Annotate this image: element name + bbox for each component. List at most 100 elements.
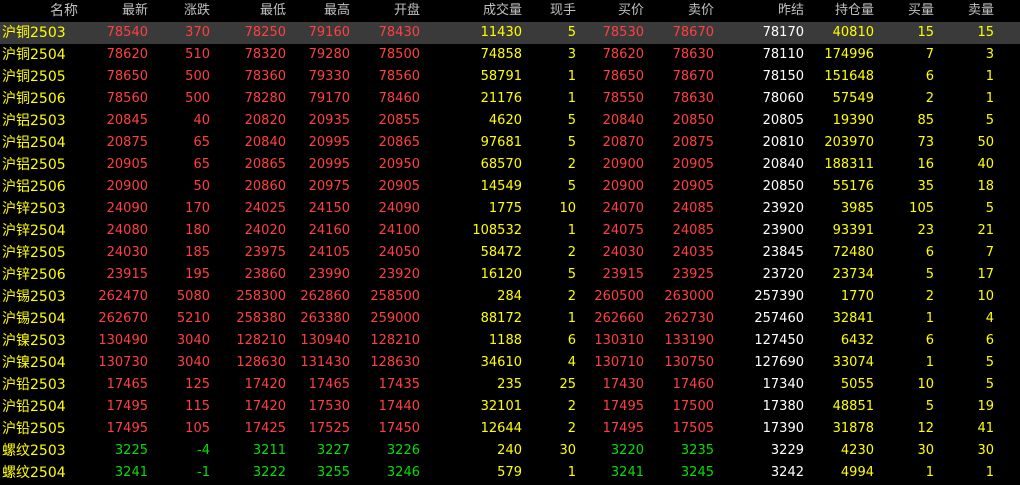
table-row[interactable]: 沪锌2506 23915 195 23860 23990 23920 16120 5 23915…: [0, 264, 1020, 286]
table-row[interactable]: 沪铝2503 20845 40 20820 20935 20855 4620 5 20840 20…: [0, 110, 1020, 132]
current-lots: 6: [567, 333, 576, 348]
bid-volume: 30: [917, 443, 934, 458]
current-lots: 1: [567, 465, 576, 480]
open-price: 20855: [378, 113, 420, 128]
open-interest: 203970: [824, 135, 874, 150]
low-price: 258300: [236, 289, 286, 304]
table-row[interactable]: 沪铅2505 17495 105 17425 17525 17450 12644 2 17495…: [0, 418, 1020, 440]
bid-price: 17495: [602, 421, 644, 436]
low-price: 128210: [236, 333, 286, 348]
table-row[interactable]: 沪锌2504 24080 180 24020 24160 24100 108532 1 2407…: [0, 220, 1020, 242]
open-interest: 57549: [832, 91, 874, 106]
bid-price: 130310: [594, 333, 644, 348]
volume: 34610: [480, 355, 522, 370]
ask-price: 78630: [672, 47, 714, 62]
header-bid-price[interactable]: 买价: [578, 0, 644, 22]
instrument-name: 沪铜2503: [2, 25, 66, 41]
high-price: 79330: [308, 69, 350, 84]
table-row[interactable]: 沪锌2505 24030 185 23975 24105 24050 58472 2 24030…: [0, 242, 1020, 264]
header-high[interactable]: 最高: [288, 0, 350, 22]
bid-volume: 23: [917, 223, 934, 238]
table-row[interactable]: 沪铝2505 20905 65 20865 20995 20950 68570 2 20900 2…: [0, 154, 1020, 176]
header-bid-volume[interactable]: 买量: [876, 0, 934, 22]
table-row[interactable]: 沪锌2503 24090 170 24025 24150 24090 1775 10 24070…: [0, 198, 1020, 220]
open-interest: 4230: [840, 443, 874, 458]
header-current-lots[interactable]: 现手: [524, 0, 576, 22]
ask-volume: 5: [985, 201, 994, 216]
table-row[interactable]: 沪铝2506 20900 50 20860 20975 20905 14549 5 20900 2…: [0, 176, 1020, 198]
table-row[interactable]: 螺纹2504 3241 -1 3222 3255 3246 579 1 3241 3245 3242…: [0, 462, 1020, 484]
header-last[interactable]: 最新: [80, 0, 148, 22]
table-row[interactable]: 沪铜2506 78560 500 78280 79170 78460 21176 1 78550…: [0, 88, 1020, 110]
table-row[interactable]: 沪锡2504 262670 5210 258380 263380 259000 88172 1…: [0, 308, 1020, 330]
open-interest: 72480: [832, 245, 874, 260]
instrument-name: 沪镍2504: [2, 355, 66, 371]
table-row[interactable]: 沪锡2503 262470 5080 258300 262860 258500 284 2 26…: [0, 286, 1020, 308]
instrument-name: 沪锌2505: [2, 245, 66, 261]
table-row[interactable]: 沪镍2504 130730 3040 128630 131430 128630 34610 4…: [0, 352, 1020, 374]
header-open[interactable]: 开盘: [352, 0, 420, 22]
header-prev-settle[interactable]: 昨结: [736, 0, 804, 22]
volume: 58472: [480, 245, 522, 260]
last-price: 23915: [106, 267, 148, 282]
prev-settle: 23920: [762, 201, 804, 216]
table-row[interactable]: 沪铝2504 20875 65 20840 20995 20865 97681 5 20870 2…: [0, 132, 1020, 154]
current-lots: 1: [567, 311, 576, 326]
volume: 1775: [488, 201, 522, 216]
instrument-name: 沪铅2504: [2, 399, 66, 415]
prev-settle: 23900: [762, 223, 804, 238]
bid-price: 20900: [602, 179, 644, 194]
bid-volume: 2: [925, 289, 934, 304]
high-price: 20995: [308, 135, 350, 150]
header-ask-volume[interactable]: 卖量: [936, 0, 994, 22]
high-price: 262860: [300, 289, 350, 304]
low-price: 258380: [236, 311, 286, 326]
bid-volume: 5: [925, 267, 934, 282]
current-lots: 30: [559, 443, 576, 458]
price-change: 5210: [176, 311, 210, 326]
open-interest: 1770: [840, 289, 874, 304]
instrument-name: 沪锌2503: [2, 201, 66, 217]
table-row[interactable]: 沪铅2503 17465 125 17420 17465 17435 235 25 17430 1…: [0, 374, 1020, 396]
header-ask-price[interactable]: 卖价: [646, 0, 714, 22]
last-price: 130490: [98, 333, 148, 348]
open-price: 20865: [378, 135, 420, 150]
volume: 235: [497, 377, 522, 392]
low-price: 3211: [252, 443, 286, 458]
header-name[interactable]: 名称: [2, 0, 78, 22]
ask-volume: 50: [977, 135, 994, 150]
open-interest: 151648: [824, 69, 874, 84]
table-row[interactable]: 沪镍2503 130490 3040 128210 130940 128210 1188 6 1…: [0, 330, 1020, 352]
bid-volume: 2: [925, 91, 934, 106]
instrument-name: 沪铜2504: [2, 47, 66, 63]
instrument-name: 沪铅2505: [2, 421, 66, 437]
current-lots: 3: [567, 47, 576, 62]
table-row[interactable]: 沪铜2505 78650 500 78360 79330 78560 58791 1 78650…: [0, 66, 1020, 88]
high-price: 3227: [316, 443, 350, 458]
high-price: 263380: [300, 311, 350, 326]
header-volume[interactable]: 成交量: [446, 0, 522, 22]
bid-volume: 85: [917, 113, 934, 128]
ask-volume: 15: [977, 25, 994, 40]
volume: 16120: [480, 267, 522, 282]
low-price: 78280: [244, 91, 286, 106]
header-low[interactable]: 最低: [212, 0, 286, 22]
header-change[interactable]: 涨跌: [150, 0, 210, 22]
price-change: 510: [185, 47, 210, 62]
table-row[interactable]: 沪铅2504 17495 115 17420 17530 17440 32101 2 17495…: [0, 396, 1020, 418]
low-price: 20820: [244, 113, 286, 128]
ask-price: 20875: [672, 135, 714, 150]
instrument-name: 沪锌2506: [2, 267, 66, 283]
ask-volume: 5: [985, 355, 994, 370]
ask-price: 130750: [664, 355, 714, 370]
ask-volume: 17: [977, 267, 994, 282]
table-row[interactable]: 沪铜2504 78620 510 78320 79280 78500 74858 3 78620…: [0, 44, 1020, 66]
low-price: 17420: [244, 399, 286, 414]
table-row[interactable]: 螺纹2503 3225 -4 3211 3227 3226 240 30 3220 3235 322…: [0, 440, 1020, 462]
prev-settle: 17340: [762, 377, 804, 392]
open-interest: 5055: [840, 377, 874, 392]
prev-settle: 23720: [762, 267, 804, 282]
table-row[interactable]: 沪铜2503 78540 370 78250 79160 78430 11430 5 78530…: [0, 22, 1020, 44]
ask-price: 17500: [672, 399, 714, 414]
header-open-interest[interactable]: 持仓量: [806, 0, 874, 22]
